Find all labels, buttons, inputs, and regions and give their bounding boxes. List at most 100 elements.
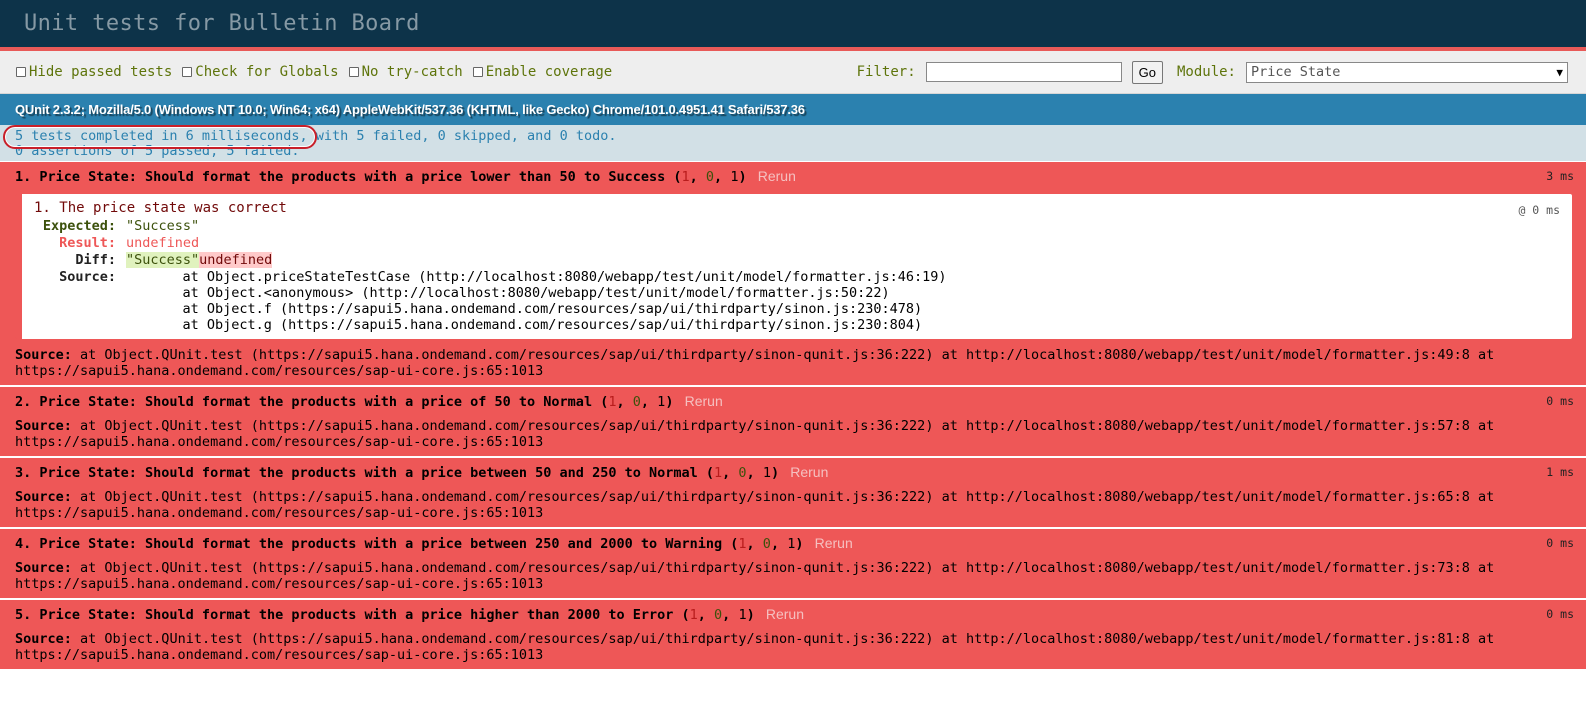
no-try-catch-checkbox[interactable]: No try-catch bbox=[348, 64, 463, 80]
test-counts: (1, 0, 1) bbox=[705, 465, 780, 481]
test-title[interactable]: 4. Price State: Should format the produc… bbox=[15, 535, 1572, 552]
checkbox-label: Enable coverage bbox=[485, 64, 613, 80]
total-count: 1 bbox=[657, 394, 666, 410]
page-title[interactable]: Unit tests for Bulletin Board bbox=[0, 11, 420, 36]
diff-label: Diff: bbox=[75, 252, 116, 268]
dropdown-arrow-icon[interactable]: ▼ bbox=[1556, 66, 1563, 79]
total-count: 1 bbox=[762, 465, 771, 481]
result-label: Result: bbox=[59, 235, 116, 251]
passed-count: 0 bbox=[762, 536, 771, 552]
check-globals-checkbox[interactable]: Check for Globals bbox=[182, 64, 339, 80]
total-count: 1 bbox=[738, 607, 747, 623]
total-count: 1 bbox=[787, 536, 796, 552]
rerun-link[interactable]: Rerun bbox=[685, 393, 723, 409]
test-name: 4. Price State: Should format the produc… bbox=[15, 536, 723, 552]
failed-count: 1 bbox=[608, 394, 617, 410]
test-runtime: 0 ms bbox=[1546, 536, 1574, 550]
diff-deleted: undefined bbox=[199, 252, 273, 268]
test-counts: (1, 0, 1) bbox=[673, 169, 747, 185]
test-name: 2. Price State: Should format the produc… bbox=[15, 394, 593, 410]
checkbox-box[interactable] bbox=[182, 67, 193, 77]
enable-coverage-checkbox[interactable]: Enable coverage bbox=[472, 64, 613, 80]
qunit-toolbar: Hide passed tests Check for Globals No t… bbox=[0, 51, 1586, 94]
hide-passed-checkbox[interactable]: Hide passed tests bbox=[16, 64, 172, 80]
test-name: 5. Price State: Should format the produc… bbox=[15, 607, 674, 623]
expected-label: Expected: bbox=[42, 218, 116, 234]
summary-counts: , with 5 failed, 0 skipped, and 0 todo. bbox=[299, 128, 617, 144]
diff-inserted: "Success" bbox=[126, 252, 200, 268]
source-label: Source: bbox=[59, 269, 116, 285]
rerun-link[interactable]: Rerun bbox=[758, 168, 796, 184]
failed-count: 1 bbox=[714, 465, 723, 481]
checkbox-box[interactable] bbox=[348, 67, 359, 77]
test-item[interactable]: 3. Price State: Should format the produc… bbox=[0, 458, 1586, 529]
test-counts: (1, 0, 1) bbox=[600, 394, 674, 410]
qunit-useragent: QUnit 2.3.2; Mozilla/5.0 (Windows NT 10.… bbox=[0, 94, 1586, 125]
test-runtime: 1 ms bbox=[1546, 465, 1574, 479]
test-source: Source: at Object.QUnit.test (https://sa… bbox=[15, 560, 1572, 592]
source-text: at Object.QUnit.test (https://sapui5.han… bbox=[15, 489, 1495, 521]
test-item[interactable]: 5. Price State: Should format the produc… bbox=[0, 600, 1586, 671]
checkbox-label: Hide passed tests bbox=[29, 64, 173, 80]
test-counts: (1, 0, 1) bbox=[730, 536, 804, 552]
test-title[interactable]: 2. Price State: Should format the produc… bbox=[15, 393, 1572, 410]
failed-count: 1 bbox=[738, 536, 747, 552]
checkbox-label: Check for Globals bbox=[195, 64, 339, 80]
expected-row: Expected: "Success" bbox=[34, 218, 1562, 235]
test-item[interactable]: 4. Price State: Should format the produc… bbox=[0, 529, 1586, 600]
test-item[interactable]: 1. Price State: Should format the produc… bbox=[0, 162, 1586, 387]
source-label: Source: bbox=[15, 631, 72, 647]
test-item[interactable]: 2. Price State: Should format the produc… bbox=[0, 387, 1586, 458]
diff-row: Diff: "Success"undefined bbox=[34, 252, 1562, 269]
test-source: Source: at Object.QUnit.test (https://sa… bbox=[15, 347, 1572, 379]
source-label: Source: bbox=[15, 489, 72, 505]
module-label: Module: bbox=[1176, 64, 1236, 80]
module-select[interactable]: Price State ▼ bbox=[1246, 61, 1568, 83]
passed-count: 0 bbox=[705, 169, 715, 185]
qunit-header: Unit tests for Bulletin Board bbox=[0, 0, 1586, 51]
source-row: Source: at Object.priceStateTestCase (ht… bbox=[34, 269, 1562, 333]
source-text: at Object.QUnit.test (https://sapui5.han… bbox=[15, 560, 1495, 592]
test-title[interactable]: 1. Price State: Should format the produc… bbox=[15, 168, 1572, 185]
rerun-link[interactable]: Rerun bbox=[766, 606, 804, 622]
checkbox-box[interactable] bbox=[16, 67, 26, 77]
source-label: Source: bbox=[15, 418, 72, 434]
stack-trace: at Object.priceStateTestCase (http://loc… bbox=[182, 269, 947, 333]
test-name: 1. Price State: Should format the produc… bbox=[15, 169, 666, 185]
test-runtime: 0 ms bbox=[1546, 394, 1574, 408]
test-counts: (1, 0, 1) bbox=[681, 607, 755, 623]
assertion-message: 1. The price state was correct bbox=[34, 200, 287, 216]
failed-count: 1 bbox=[689, 607, 698, 623]
result-row: Result: undefined bbox=[34, 235, 1562, 252]
qunit-tests: 1. Price State: Should format the produc… bbox=[0, 162, 1586, 671]
test-runtime: 3 ms bbox=[1546, 169, 1574, 183]
assertion-time: @ 0 ms bbox=[1518, 203, 1560, 217]
filter-input[interactable] bbox=[925, 62, 1122, 82]
passed-count: 0 bbox=[738, 465, 747, 481]
source-text: at Object.QUnit.test (https://sapui5.han… bbox=[15, 631, 1495, 663]
expected-value: "Success" bbox=[126, 218, 200, 234]
test-title[interactable]: 3. Price State: Should format the produc… bbox=[15, 464, 1572, 481]
source-text: at Object.QUnit.test (https://sapui5.han… bbox=[15, 418, 1495, 450]
total-count: 1 bbox=[730, 169, 739, 185]
go-button[interactable]: Go bbox=[1131, 60, 1163, 84]
checkbox-label: No try-catch bbox=[361, 64, 463, 80]
checkbox-box[interactable] bbox=[472, 67, 483, 77]
rerun-link[interactable]: Rerun bbox=[815, 535, 853, 551]
test-title[interactable]: 5. Price State: Should format the produc… bbox=[15, 606, 1572, 623]
test-result-summary: 5 tests completed in 6 milliseconds, wit… bbox=[0, 125, 1586, 162]
test-runtime: 0 ms bbox=[1546, 607, 1574, 621]
test-name: 3. Price State: Should format the produc… bbox=[15, 465, 698, 481]
rerun-link[interactable]: Rerun bbox=[790, 464, 828, 480]
module-selected-value: Price State bbox=[1251, 64, 1341, 80]
highlight-oval bbox=[3, 125, 317, 149]
result-value: undefined bbox=[126, 235, 200, 251]
passed-count: 0 bbox=[714, 607, 723, 623]
test-source: Source: at Object.QUnit.test (https://sa… bbox=[15, 489, 1572, 521]
assertion-item: 1. The price state was correct @ 0 ms Ex… bbox=[15, 194, 1572, 339]
filter-label: Filter: bbox=[856, 64, 916, 80]
source-label: Source: bbox=[15, 560, 72, 576]
source-text: at Object.QUnit.test (https://sapui5.han… bbox=[15, 347, 1495, 379]
passed-count: 0 bbox=[632, 394, 641, 410]
source-label: Source: bbox=[15, 347, 72, 363]
